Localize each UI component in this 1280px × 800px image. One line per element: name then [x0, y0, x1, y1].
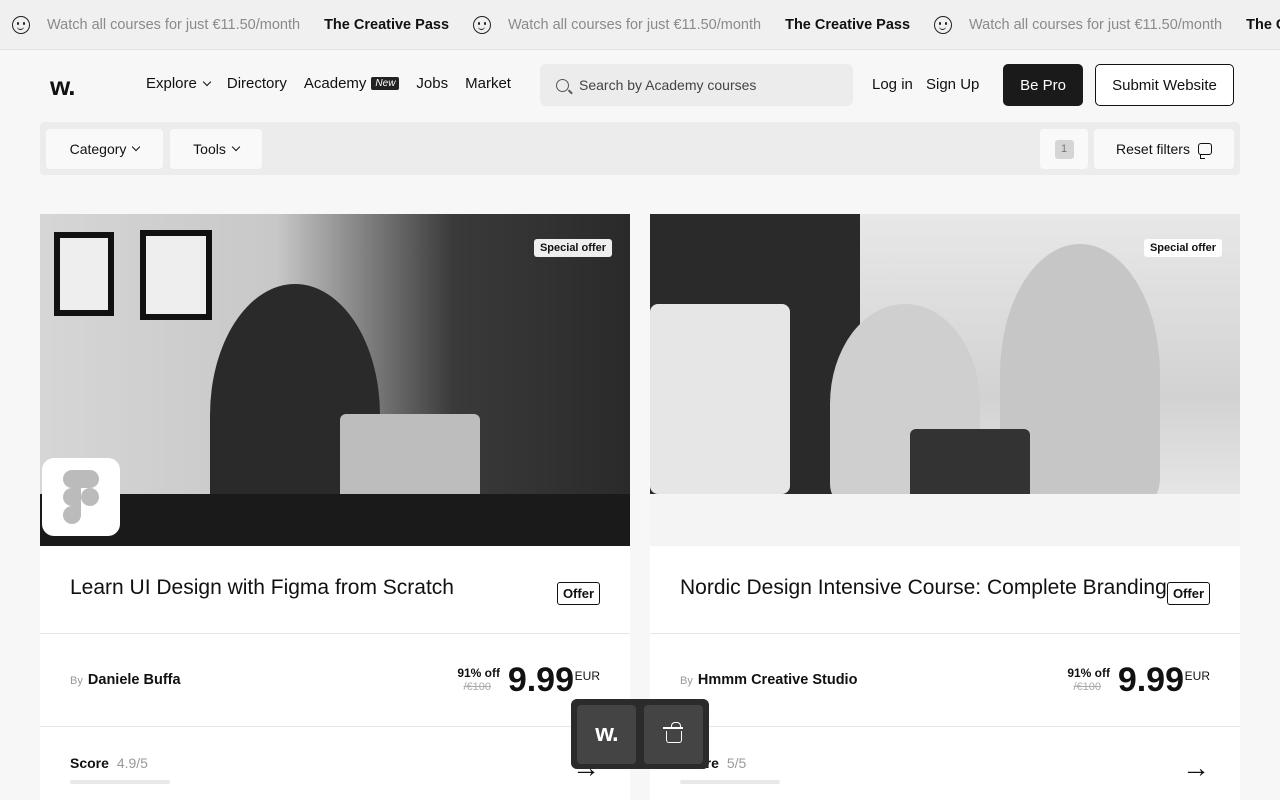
smiley-icon	[934, 16, 953, 34]
course-score-row: Score 5/5 →	[650, 727, 1240, 800]
basket-icon	[662, 722, 683, 743]
dock-home-button[interactable]: w.	[577, 704, 636, 764]
announcement-brand: The Creative Pass	[785, 17, 911, 33]
login-link[interactable]: Log in	[872, 76, 913, 93]
filter-bar: Category Tools 1 Reset filters	[40, 122, 1240, 175]
score-bar	[680, 780, 780, 784]
smiley-icon	[473, 16, 492, 34]
search-icon	[556, 78, 569, 92]
course-price-row: By Daniele Buffa 91% off /€100 9.99 EUR	[40, 634, 630, 727]
course-price-row: By Hmmm Creative Studio 91% off /€100 9.…	[650, 634, 1240, 727]
announcement-text: Watch all courses for just €11.50/month	[508, 17, 762, 33]
by-label: By	[70, 675, 83, 687]
course-card[interactable]: Special offer Nordic Design Intensive Co…	[650, 214, 1240, 800]
currency: EUR	[574, 669, 600, 683]
special-offer-badge: Special offer	[533, 239, 612, 257]
site-header: w. Explore Directory Academy New Jobs Ma…	[0, 51, 1280, 121]
cans	[650, 304, 790, 494]
new-badge: New	[371, 77, 400, 90]
search-input[interactable]	[579, 77, 839, 93]
chevron-down-icon	[231, 142, 241, 152]
score-line: Score 4.9/5	[70, 755, 148, 771]
category-filter[interactable]: Category	[46, 129, 163, 169]
site-logo[interactable]: w.	[50, 71, 76, 102]
nav-explore-label: Explore	[146, 75, 197, 92]
announcement-text: Watch all courses for just €11.50/month	[969, 17, 1223, 33]
score-value: 5/5	[726, 755, 747, 771]
wall-poster	[140, 230, 212, 320]
score-bar	[70, 780, 170, 784]
laptop	[910, 429, 1030, 499]
announcement-item: Watch all courses for just €11.50/month …	[934, 16, 1280, 34]
search-box[interactable]	[540, 64, 853, 106]
special-offer-badge: Special offer	[1143, 239, 1222, 257]
wall-poster	[54, 232, 114, 316]
announcement-item: Watch all courses for just €11.50/month …	[473, 16, 910, 34]
course-score-row: Score 4.9/5 →	[40, 727, 630, 800]
announcement-text: Watch all courses for just €11.50/month	[47, 17, 301, 33]
course-title[interactable]: Learn UI Design with Figma from Scratch	[70, 576, 454, 600]
course-title-row: Learn UI Design with Figma from Scratch …	[40, 546, 630, 634]
course-card[interactable]: Special offer Learn UI Design with Figma…	[40, 214, 630, 800]
price: 9.99	[1117, 661, 1184, 699]
tools-filter-label: Tools	[193, 141, 226, 157]
tools-filter[interactable]: Tools	[170, 129, 262, 169]
dock-cart-button[interactable]	[644, 704, 703, 764]
old-price: /€100	[463, 681, 491, 693]
desk	[40, 494, 630, 546]
smiley-icon	[12, 16, 30, 34]
nav-jobs[interactable]: Jobs	[416, 75, 448, 92]
laptop	[340, 414, 480, 494]
reset-icon	[1197, 143, 1212, 159]
course-title-row: Nordic Design Intensive Course: Complete…	[650, 546, 1240, 634]
score-label: Score	[70, 755, 109, 771]
discount-label: 91% off	[457, 666, 500, 680]
discount-label: 91% off	[1067, 666, 1110, 680]
chevron-down-icon	[132, 142, 141, 152]
author-name[interactable]: Hmmm Creative Studio	[698, 672, 858, 688]
category-filter-label: Category	[69, 141, 127, 157]
signup-link[interactable]: Sign Up	[926, 76, 979, 93]
course-image[interactable]: Special offer	[650, 214, 1240, 546]
dock-logo: w.	[595, 720, 618, 747]
course-image[interactable]: Special offer	[40, 214, 630, 546]
author-line: By Daniele Buffa	[70, 672, 181, 688]
chevron-down-icon	[202, 77, 212, 86]
old-price: /€100	[1073, 681, 1101, 693]
be-pro-button[interactable]: Be Pro	[1003, 64, 1083, 106]
by-label: By	[680, 675, 693, 687]
reset-filters-label: Reset filters	[1116, 141, 1190, 157]
offer-tag: Offer	[556, 582, 600, 605]
filter-count-badge: 1	[1054, 139, 1074, 159]
offer-tag: Offer	[1166, 582, 1210, 605]
price: 9.99	[507, 661, 574, 699]
currency: EUR	[1184, 669, 1210, 683]
submit-website-button[interactable]: Submit Website	[1095, 64, 1234, 106]
desk	[650, 494, 1240, 546]
floating-dock: w.	[571, 699, 709, 769]
announcement-brand: The Creative Pass	[324, 17, 450, 33]
nav-academy-label: Academy	[303, 75, 367, 92]
main-nav: Explore Directory Academy New Jobs Marke…	[146, 75, 528, 92]
arrow-right-icon[interactable]: →	[1182, 752, 1210, 784]
course-title[interactable]: Nordic Design Intensive Course: Complete…	[680, 576, 1167, 600]
author-line: By Hmmm Creative Studio	[680, 672, 857, 688]
author-name[interactable]: Daniele Buffa	[88, 672, 181, 688]
score-value: 4.9/5	[116, 755, 148, 771]
announcement-item: Watch all courses for just €11.50/month …	[12, 16, 449, 34]
figma-logo-icon	[42, 458, 120, 536]
nav-directory[interactable]: Directory	[227, 75, 287, 92]
nav-explore[interactable]: Explore	[146, 75, 212, 92]
nav-market[interactable]: Market	[465, 75, 511, 92]
announcement-brand: The Creative Pass	[1246, 17, 1280, 33]
announcement-bar[interactable]: Watch all courses for just €11.50/month …	[0, 0, 1280, 50]
reset-filters-button[interactable]: Reset filters	[1094, 129, 1234, 169]
active-filter-count: 1	[1040, 129, 1088, 169]
nav-academy[interactable]: Academy New	[304, 75, 400, 92]
